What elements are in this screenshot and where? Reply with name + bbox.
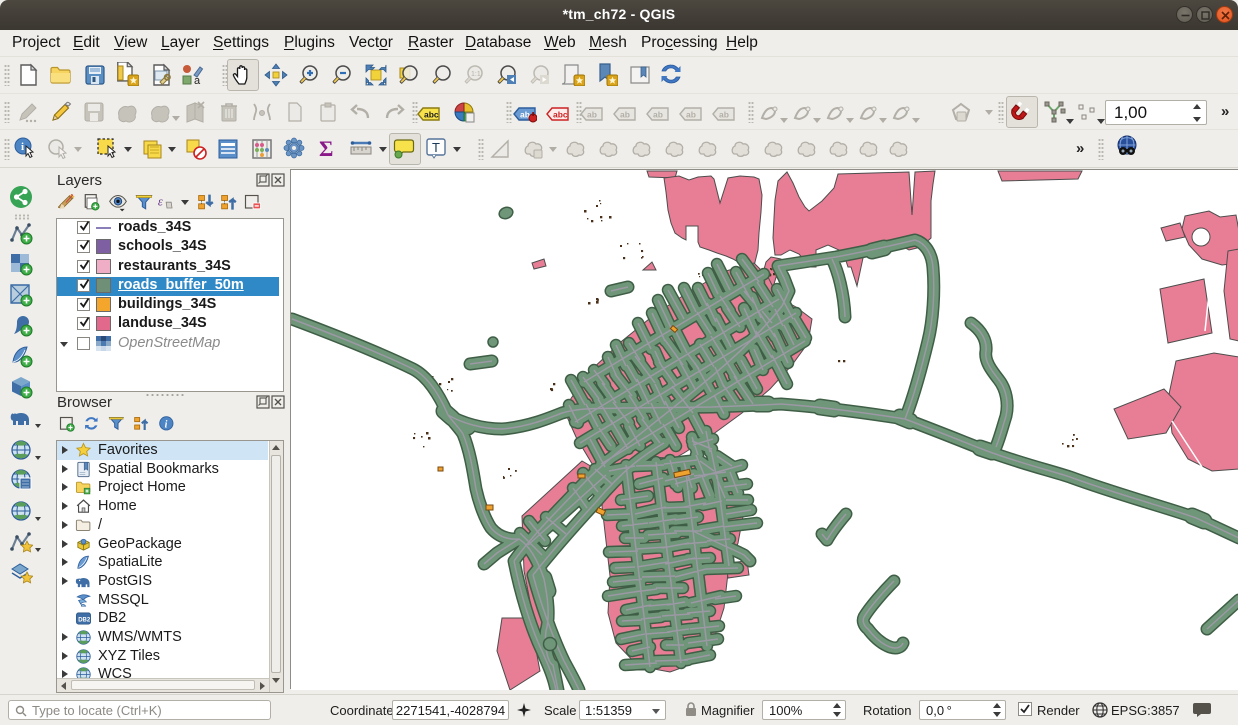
svg-text:ε: ε bbox=[158, 195, 163, 209]
svg-text:ab: ab bbox=[520, 110, 530, 120]
svg-text:ab: ab bbox=[686, 110, 696, 120]
svg-text:i: i bbox=[21, 141, 24, 153]
svg-text:ab: ab bbox=[653, 110, 663, 120]
svg-text:a: a bbox=[194, 75, 201, 87]
svg-text:i: i bbox=[165, 420, 168, 431]
svg-text:ab: ab bbox=[719, 110, 729, 120]
svg-text:T: T bbox=[432, 140, 440, 155]
svg-text:Σ: Σ bbox=[319, 136, 333, 160]
svg-text:ab: ab bbox=[620, 110, 630, 120]
svg-text:1:1: 1:1 bbox=[471, 71, 481, 78]
svg-text:abc: abc bbox=[553, 110, 568, 120]
svg-text:ab: ab bbox=[587, 110, 597, 120]
svg-text:abc: abc bbox=[424, 110, 439, 120]
svg-text:DB2: DB2 bbox=[78, 617, 91, 623]
